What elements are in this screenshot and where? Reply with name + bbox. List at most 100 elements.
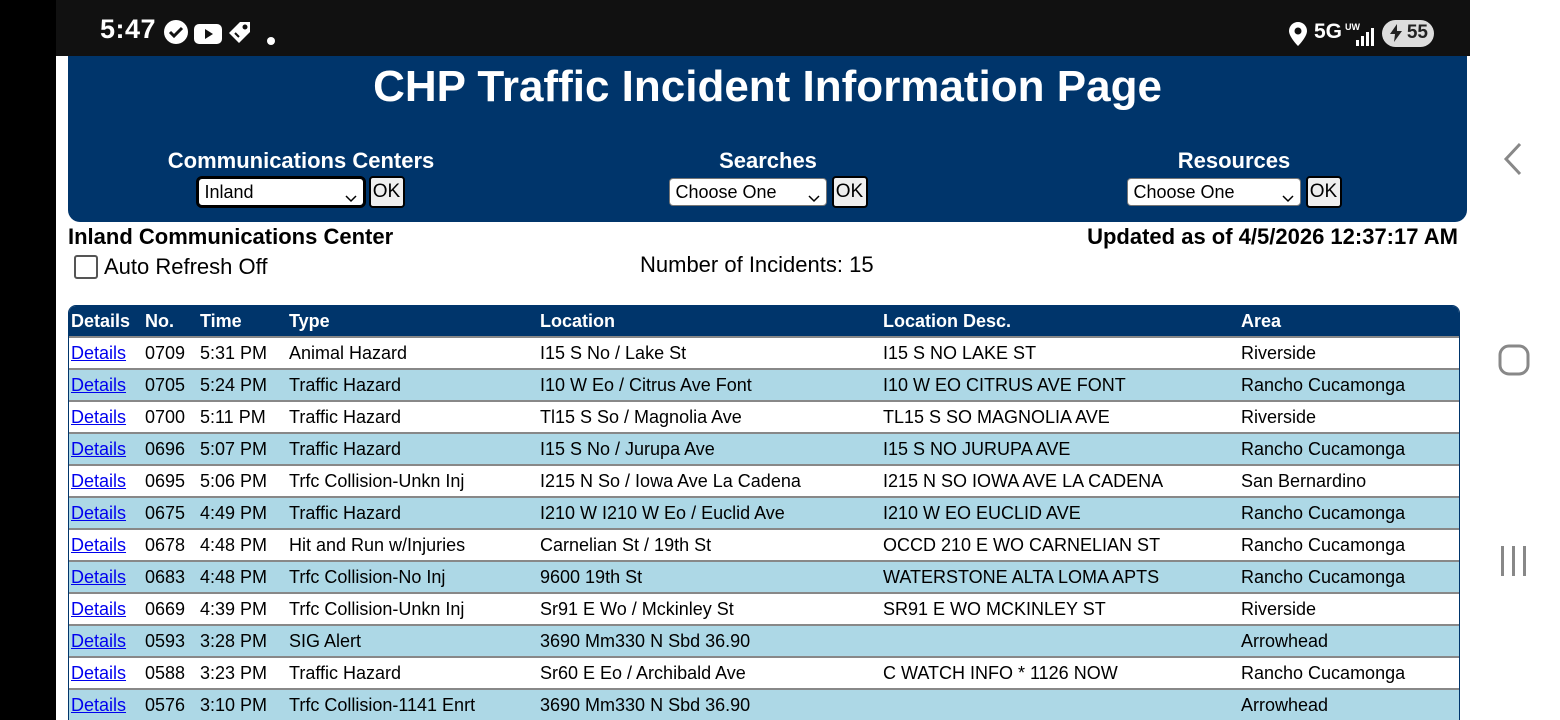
status-time: 5:47 bbox=[100, 14, 157, 44]
resources-ok-button[interactable]: OK bbox=[1305, 176, 1342, 208]
cell-type: SIG Alert bbox=[287, 624, 538, 657]
column-header: Details bbox=[71, 310, 131, 331]
youtube-icon bbox=[194, 22, 222, 46]
details-link[interactable]: Details bbox=[71, 343, 126, 363]
cell-location: Sr91 E Wo / Mckinley St bbox=[538, 592, 881, 625]
cell-area: Riverside bbox=[1239, 592, 1459, 625]
searches-selected: Choose One bbox=[675, 181, 777, 202]
details-link[interactable]: Details bbox=[71, 599, 126, 619]
details-cell: Details bbox=[69, 464, 143, 497]
column-header: Location Desc. bbox=[883, 310, 1012, 331]
details-cell: Details bbox=[69, 656, 143, 689]
status-bar: 5:47 5G UW 55 bbox=[56, 0, 1470, 56]
cell-no: 0588 bbox=[143, 656, 198, 689]
resources-selected: Choose One bbox=[1133, 181, 1235, 202]
home-icon[interactable] bbox=[1498, 344, 1530, 381]
cell-desc: OCCD 210 E WO CARNELIAN ST bbox=[881, 528, 1239, 561]
comm-centers-selected: Inland bbox=[204, 181, 254, 202]
cell-desc: I10 W EO CITRUS AVE FONT bbox=[881, 368, 1239, 401]
table-row: Details 0576 3:10 PM Trfc Collision-1141 En… bbox=[69, 688, 1459, 720]
details-cell: Details bbox=[69, 624, 143, 657]
page-title: CHP Traffic Incident Information Page bbox=[373, 62, 1162, 111]
back-icon[interactable] bbox=[1502, 142, 1524, 181]
cell-time: 5:31 PM bbox=[198, 336, 287, 369]
cell-location: 3690 Mm330 N Sbd 36.90 bbox=[538, 688, 881, 720]
cell-area: Rancho Cucamonga bbox=[1239, 528, 1459, 561]
table-row: Details 0678 4:48 PM Hit and Run w/Injuries… bbox=[69, 528, 1459, 561]
cell-type: Trfc Collision-Unkn Inj bbox=[287, 592, 538, 625]
cell-no: 0683 bbox=[143, 560, 198, 593]
cell-desc: SR91 E WO MCKINLEY ST bbox=[881, 592, 1239, 625]
details-link[interactable]: Details bbox=[71, 631, 126, 651]
recents-icon[interactable] bbox=[1498, 546, 1530, 581]
details-link[interactable]: Details bbox=[71, 439, 126, 459]
details-link[interactable]: Details bbox=[71, 695, 126, 715]
cell-time: 4:48 PM bbox=[198, 528, 287, 561]
battery-level: 55 bbox=[1406, 22, 1428, 43]
navigation-bar bbox=[1470, 0, 1560, 720]
details-cell: Details bbox=[69, 496, 143, 529]
network-sub: UW bbox=[1345, 22, 1360, 32]
table-row: Details 0683 4:48 PM Trfc Collision-No Inj 9… bbox=[69, 560, 1459, 593]
cell-desc: I15 S NO JURUPA AVE bbox=[881, 432, 1239, 465]
cell-no: 0700 bbox=[143, 400, 198, 433]
cell-location: I215 N So / Iowa Ave La Cadena bbox=[538, 464, 881, 497]
cell-no: 0675 bbox=[143, 496, 198, 529]
cell-desc bbox=[881, 624, 1239, 657]
cell-type: Trfc Collision-Unkn Inj bbox=[287, 464, 538, 497]
comm-centers-ok-button[interactable]: OK bbox=[368, 176, 405, 208]
comm-centers-group: Communications Centers Inland OK bbox=[81, 148, 521, 208]
comm-centers-select[interactable]: Inland bbox=[195, 176, 366, 208]
cell-area: Rancho Cucamonga bbox=[1239, 496, 1459, 529]
details-link[interactable]: Details bbox=[71, 471, 126, 491]
searches-ok-button[interactable]: OK bbox=[831, 176, 868, 208]
cell-area: San Bernardino bbox=[1239, 464, 1459, 497]
cell-desc: I15 S NO LAKE ST bbox=[881, 336, 1239, 369]
auto-refresh-label: Auto Refresh Off bbox=[104, 254, 268, 279]
table-header-row: Details No. Time Type Location Location … bbox=[69, 306, 1459, 337]
cell-desc bbox=[881, 688, 1239, 720]
check-badge-icon bbox=[163, 20, 189, 44]
column-header: Type bbox=[289, 310, 330, 331]
details-link[interactable]: Details bbox=[71, 663, 126, 683]
location-icon bbox=[1289, 22, 1307, 46]
incidents-table: Details No. Time Type Location Location … bbox=[68, 305, 1460, 720]
cell-location: 9600 19th St bbox=[538, 560, 881, 593]
cell-time: 5:07 PM bbox=[198, 432, 287, 465]
table-row: Details 0700 5:11 PM Traffic Hazard Tl15 S S… bbox=[69, 400, 1459, 433]
searches-group: Searches Choose One OK bbox=[548, 148, 988, 208]
auto-refresh-toggle[interactable]: Auto Refresh Off bbox=[74, 254, 267, 280]
details-link[interactable]: Details bbox=[71, 503, 126, 523]
cell-time: 4:39 PM bbox=[198, 592, 287, 625]
searches-label: Searches bbox=[719, 148, 817, 173]
cell-type: Traffic Hazard bbox=[287, 432, 538, 465]
cell-location: I210 W I210 W Eo / Euclid Ave bbox=[538, 496, 881, 529]
cell-no: 0576 bbox=[143, 688, 198, 720]
auto-refresh-checkbox[interactable] bbox=[74, 255, 98, 279]
cell-time: 3:28 PM bbox=[198, 624, 287, 657]
table-row: Details 0669 4:39 PM Trfc Collision-Unkn In… bbox=[69, 592, 1459, 625]
table-row: Details 0675 4:49 PM Traffic Hazard I210 W I… bbox=[69, 496, 1459, 529]
cell-time: 5:24 PM bbox=[198, 368, 287, 401]
cell-time: 5:11 PM bbox=[198, 400, 287, 433]
details-cell: Details bbox=[69, 400, 143, 433]
table-row: Details 0709 5:31 PM Animal Hazard I15 S No … bbox=[69, 336, 1459, 369]
cell-type: Traffic Hazard bbox=[287, 368, 538, 401]
cell-area: Arrowhead bbox=[1239, 688, 1459, 720]
column-header: Area bbox=[1241, 310, 1282, 331]
cell-desc: WATERSTONE ALTA LOMA APTS bbox=[881, 560, 1239, 593]
cell-desc: I215 N SO IOWA AVE LA CADENA bbox=[881, 464, 1239, 497]
resources-select[interactable]: Choose One bbox=[1126, 178, 1301, 206]
details-link[interactable]: Details bbox=[71, 567, 126, 587]
cell-location: I15 S No / Jurupa Ave bbox=[538, 432, 881, 465]
charging-icon bbox=[1390, 24, 1402, 48]
details-cell: Details bbox=[69, 592, 143, 625]
details-link[interactable]: Details bbox=[71, 535, 126, 555]
cell-type: Trfc Collision-No Inj bbox=[287, 560, 538, 593]
cell-no: 0705 bbox=[143, 368, 198, 401]
cell-area: Rancho Cucamonga bbox=[1239, 368, 1459, 401]
searches-select[interactable]: Choose One bbox=[668, 178, 827, 206]
details-link[interactable]: Details bbox=[71, 407, 126, 427]
details-link[interactable]: Details bbox=[71, 375, 126, 395]
column-header: Time bbox=[200, 310, 242, 331]
